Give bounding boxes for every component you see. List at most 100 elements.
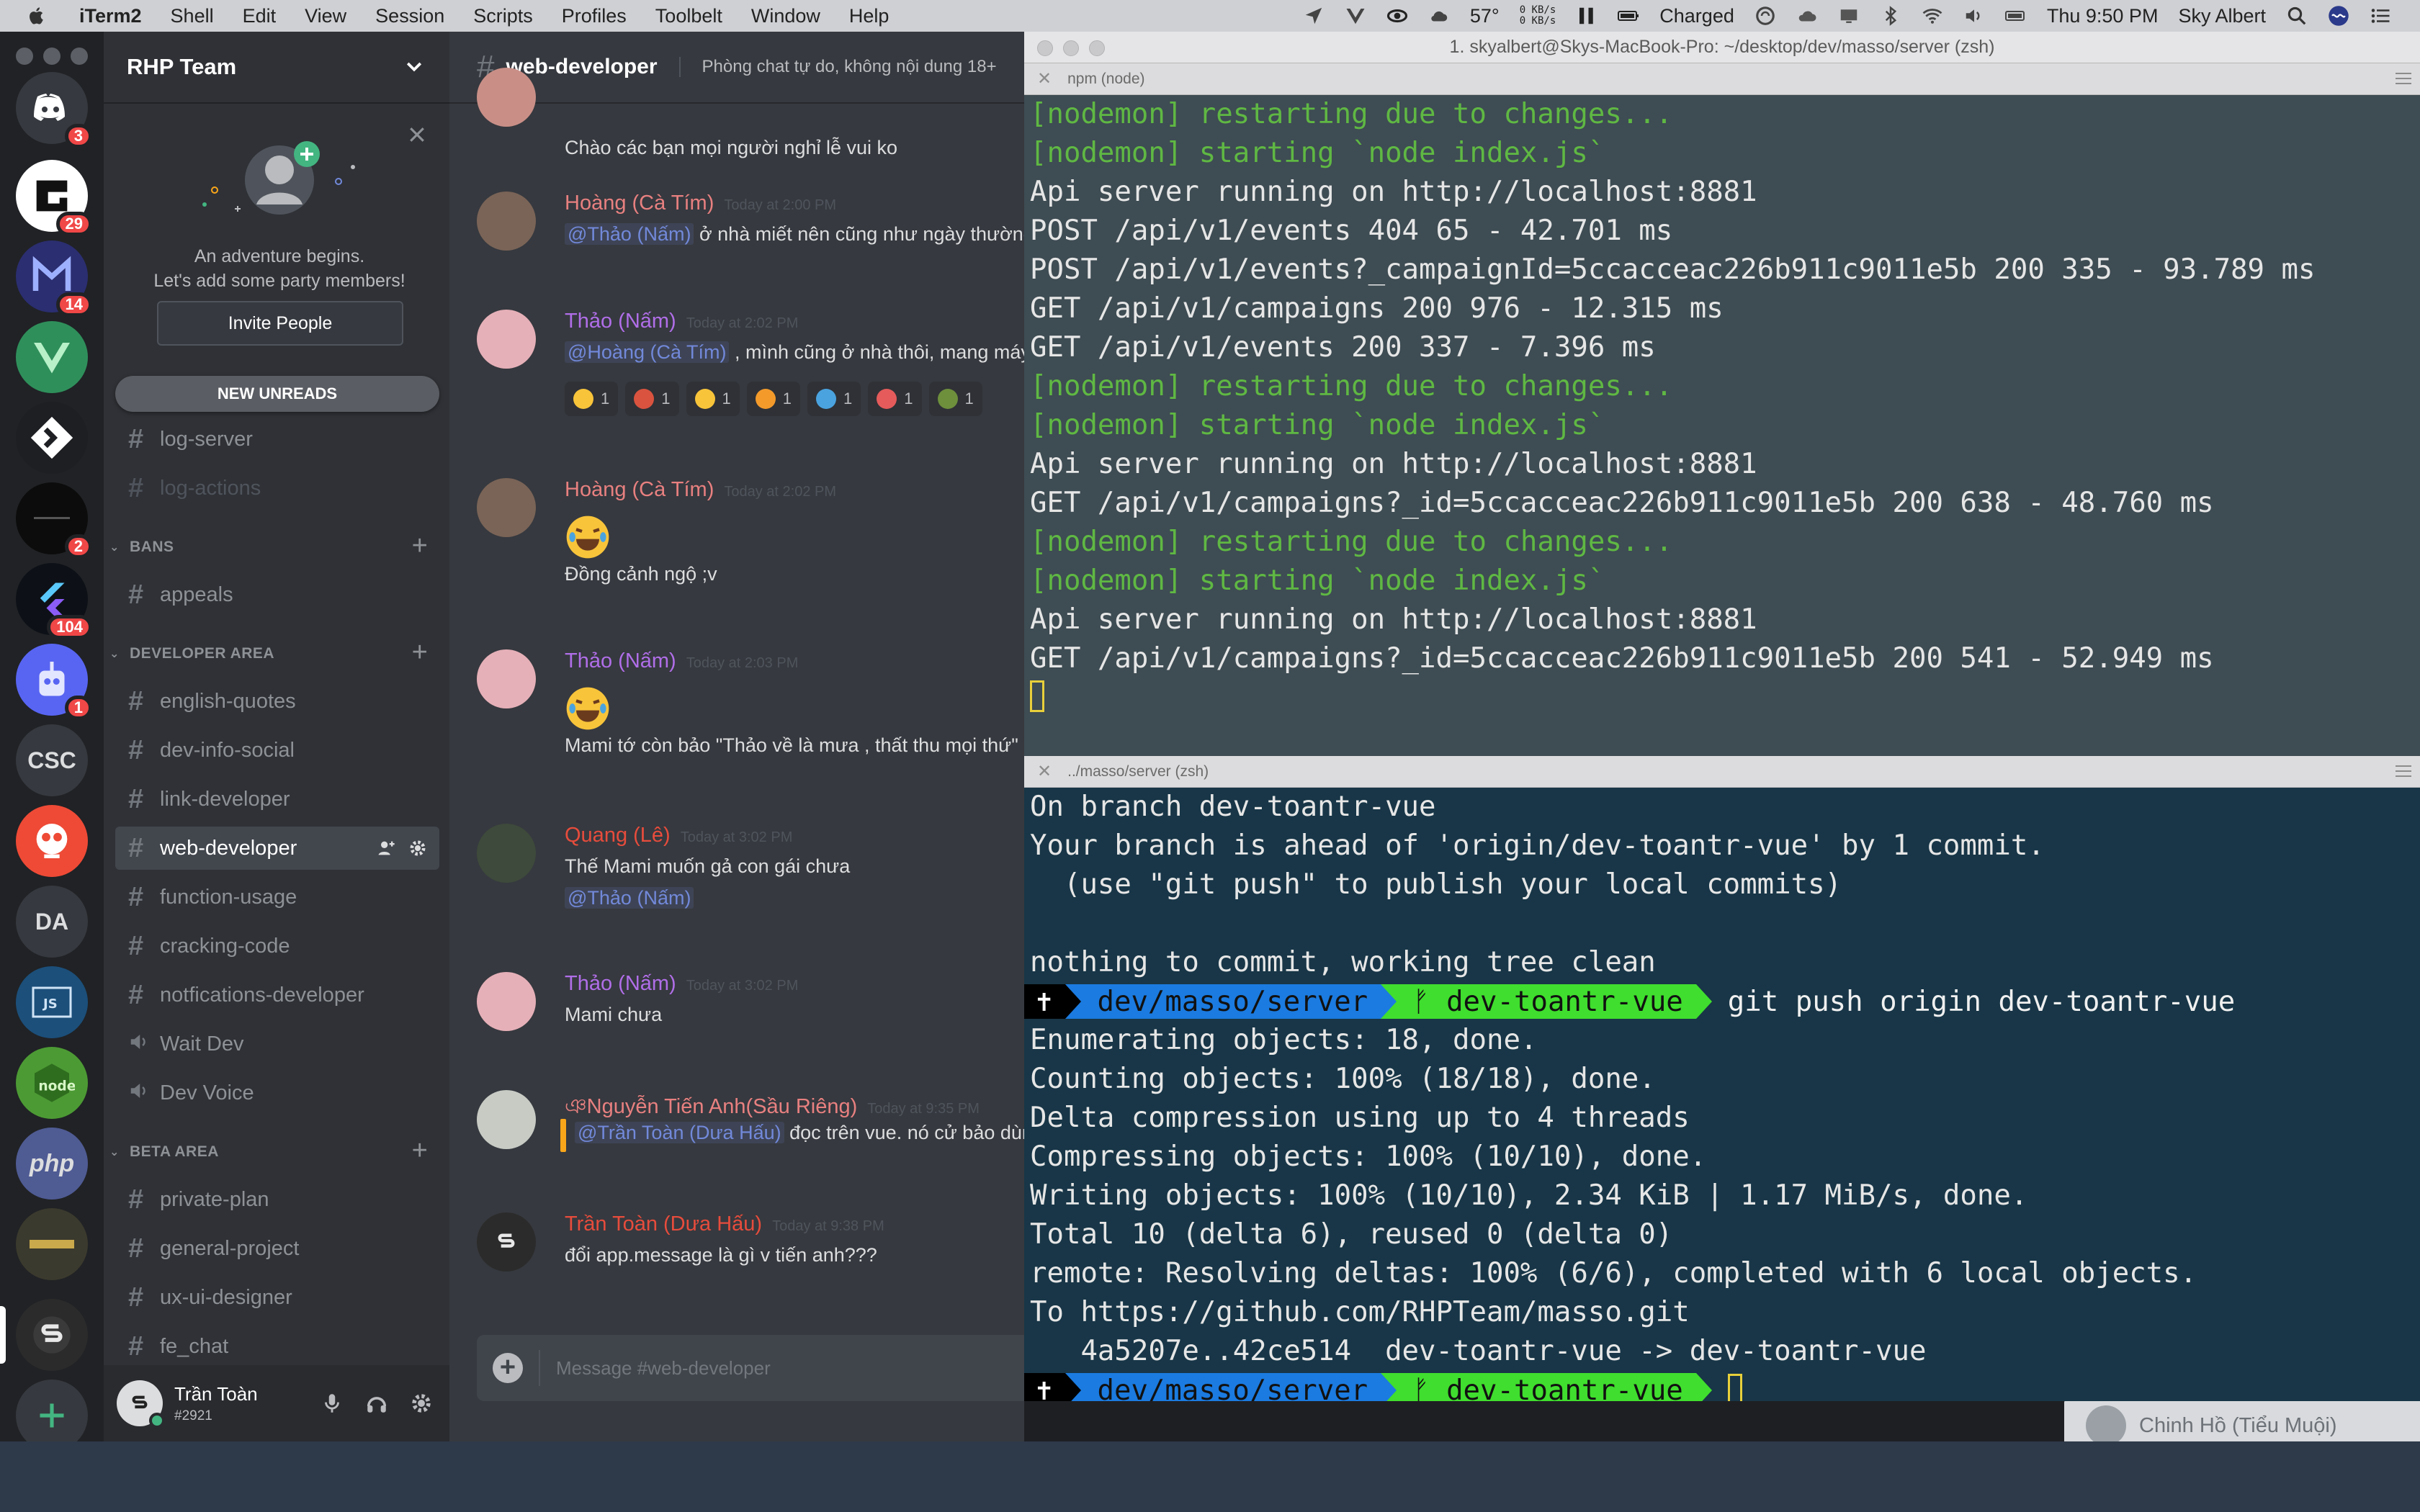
location-arrow-icon[interactable] xyxy=(1303,5,1325,27)
channel-web-developer[interactable]: # web-developer xyxy=(115,827,439,870)
server-pubg[interactable] xyxy=(16,1208,88,1280)
pane-tab-npm[interactable]: ✕ npm (node) xyxy=(1024,63,2420,95)
avatar[interactable] xyxy=(477,192,536,251)
server-csc[interactable]: CSC xyxy=(16,724,88,796)
bluetooth-icon[interactable] xyxy=(1880,5,1901,27)
avatar[interactable] xyxy=(477,1212,536,1272)
upload-plus-button[interactable]: + xyxy=(493,1353,523,1383)
network-speed[interactable]: 0 KB/s 0 KB/s xyxy=(1520,5,1556,27)
apple-menu-icon[interactable] xyxy=(26,5,48,27)
iterm-title-bar[interactable]: 1. skyalbert@Skys-MacBook-Pro: ~/desktop… xyxy=(1024,32,2420,63)
channel-general-project[interactable]: # general-project xyxy=(115,1227,439,1270)
channel-log-server[interactable]: # log-server xyxy=(115,418,439,461)
avatar[interactable] xyxy=(477,824,536,883)
message-author[interactable]: Thảo (Nấm) Today at 2:02 PM xyxy=(565,310,798,333)
avatar[interactable] xyxy=(117,1380,165,1428)
reaction-smile[interactable]: 1 xyxy=(686,382,740,416)
add-channel-icon[interactable]: + xyxy=(408,1137,432,1164)
close-icon[interactable] xyxy=(406,124,428,145)
close-pane-icon[interactable]: ✕ xyxy=(1037,761,1052,782)
invite-people-button[interactable]: Invite People xyxy=(157,301,403,346)
channel-english-quotes[interactable]: # english-quotes xyxy=(115,680,439,723)
eye-icon[interactable] xyxy=(1386,5,1408,27)
server-diamond[interactable] xyxy=(16,402,88,474)
avatar[interactable] xyxy=(477,1090,536,1149)
server-bot[interactable]: 1 xyxy=(16,644,92,720)
channel-topic[interactable]: Phòng chat tự do, không nội dung 18+ xyxy=(678,57,997,77)
temperature-label[interactable]: 57° xyxy=(1470,5,1500,27)
menu-window[interactable]: Window xyxy=(751,5,820,27)
channel-cracking-code[interactable]: # cracking-code xyxy=(115,924,439,968)
message-author[interactable]: Thảo (Nấm) Today at 2:03 PM xyxy=(565,649,798,673)
user-mention[interactable]: @Thảo (Nấm) xyxy=(565,223,694,245)
terminal-pane-zsh[interactable]: On branch dev-toantr-vue Your branch is a… xyxy=(1024,788,2420,1401)
menu-shell[interactable]: Shell xyxy=(171,5,214,27)
menu-help[interactable]: Help xyxy=(849,5,889,27)
category-bans[interactable]: ⌄ BANS + xyxy=(109,532,441,562)
message-author[interactable]: Thảo (Nấm) Today at 3:02 PM xyxy=(565,972,798,996)
category-beta-area[interactable]: ⌄ BETA AREA + xyxy=(109,1137,441,1166)
server-dark[interactable]: 2 xyxy=(16,482,92,559)
menu-edit[interactable]: Edit xyxy=(243,5,277,27)
reaction-custom-1[interactable]: 1 xyxy=(625,382,679,416)
avatar[interactable] xyxy=(477,310,536,369)
notification-center-icon[interactable] xyxy=(2370,5,2391,27)
menu-app-name[interactable]: iTerm2 xyxy=(79,5,142,27)
menu-scripts[interactable]: Scripts xyxy=(473,5,533,27)
channel-private-plan[interactable]: # private-plan xyxy=(115,1178,439,1221)
user-settings-gear-icon[interactable] xyxy=(409,1391,434,1416)
user-mention[interactable]: @Hoàng (Cà Tím) xyxy=(565,341,730,363)
reaction-ok-hand[interactable]: 1 xyxy=(565,382,619,416)
sync-icon[interactable] xyxy=(1754,5,1776,27)
cpu-meter-icon[interactable] xyxy=(1576,5,1597,27)
avatar[interactable] xyxy=(477,972,536,1031)
channel-ux-ui-designer[interactable]: # ux-ui-designer xyxy=(115,1276,439,1319)
create-invite-icon[interactable] xyxy=(376,838,396,858)
menu-profiles[interactable]: Profiles xyxy=(562,5,627,27)
volume-icon[interactable] xyxy=(1963,5,1985,27)
guild-header[interactable]: RHP Team xyxy=(104,32,449,104)
menu-view[interactable]: View xyxy=(305,5,346,27)
server-m[interactable]: 14 xyxy=(16,240,92,317)
reaction-custom-3[interactable]: 1 xyxy=(807,382,861,416)
microphone-icon[interactable] xyxy=(320,1391,344,1416)
battery-charged-icon[interactable] xyxy=(2004,5,2027,27)
avatar[interactable] xyxy=(477,649,536,708)
wifi-icon[interactable] xyxy=(1922,5,1943,27)
message-author[interactable]: Hoàng (Cà Tím) Today at 2:02 PM xyxy=(565,478,836,502)
reaction-custom-2[interactable]: 1 xyxy=(746,382,800,416)
window-zoom-button[interactable] xyxy=(71,48,88,65)
voice-channel-dev-voice[interactable]: Dev Voice xyxy=(115,1071,439,1115)
user-mention[interactable]: @Thảo (Nấm) xyxy=(565,887,694,909)
server-g[interactable]: 29 xyxy=(16,160,92,236)
window-zoom-button[interactable] xyxy=(1089,40,1105,56)
channel-log-actions[interactable]: # log-actions xyxy=(115,467,439,510)
message-author[interactable]: Trần Toàn (Dưa Hấu) Today at 9:38 PM xyxy=(565,1212,884,1236)
channel-fe-chat[interactable]: # fe_chat xyxy=(115,1325,439,1368)
weather-cloud-icon[interactable] xyxy=(1428,5,1450,27)
spotlight-search-icon[interactable] xyxy=(2286,5,2308,27)
message-author[interactable]: Quang (Lê) Today at 3:02 PM xyxy=(565,824,792,847)
window-close-button[interactable] xyxy=(16,48,33,65)
avatar[interactable] xyxy=(477,478,536,537)
cloud-icon[interactable] xyxy=(1796,5,1818,27)
user-mention[interactable]: @Trần Toàn (Dưa Hấu) xyxy=(575,1122,784,1143)
server-da[interactable]: DA xyxy=(16,886,88,958)
voice-channel-wait-dev[interactable]: Wait Dev xyxy=(115,1022,439,1066)
siri-icon[interactable] xyxy=(2328,5,2349,27)
channel-appeals[interactable]: # appeals xyxy=(115,573,439,616)
channel-function-usage[interactable]: # function-usage xyxy=(115,876,439,919)
server-node[interactable]: node xyxy=(16,1047,88,1119)
server-askfm[interactable] xyxy=(16,805,88,877)
clock-label[interactable]: Thu 9:50 PM xyxy=(2047,5,2159,27)
message-author[interactable]: Hoàng (Cà Tím) Today at 2:00 PM xyxy=(565,192,836,215)
menu-toolbelt[interactable]: Toolbelt xyxy=(655,5,722,27)
server-js[interactable]: JS xyxy=(16,966,88,1038)
new-unreads-pill[interactable]: NEW UNREADS xyxy=(115,376,439,412)
channel-link-developer[interactable]: # link-developer xyxy=(115,778,439,821)
server-discord-home[interactable]: 3 xyxy=(16,72,92,148)
headphones-icon[interactable] xyxy=(364,1391,389,1416)
add-channel-icon[interactable]: + xyxy=(408,532,432,559)
gear-icon[interactable] xyxy=(408,838,428,858)
display-icon[interactable] xyxy=(1838,5,1860,27)
